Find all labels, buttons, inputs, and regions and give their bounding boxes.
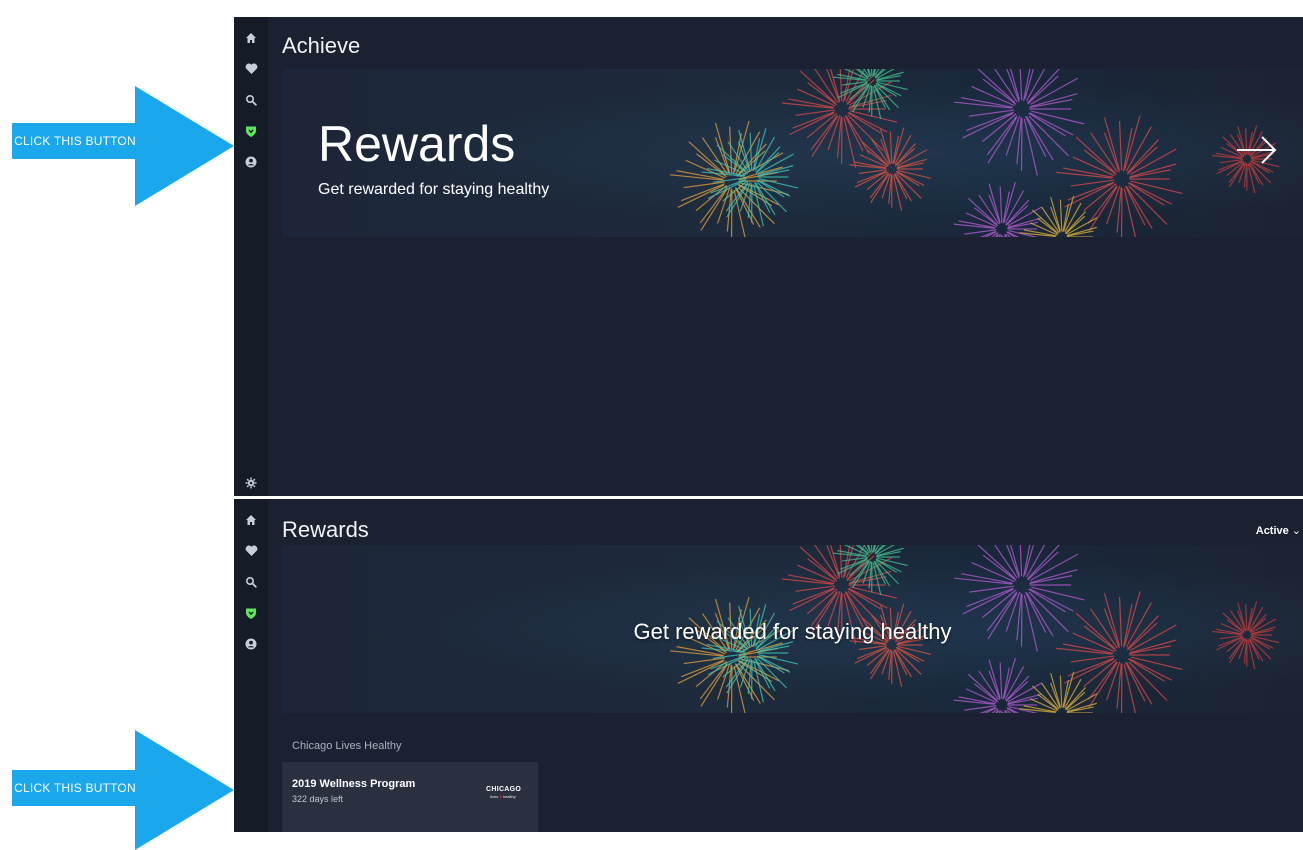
nav-home-button[interactable] <box>234 27 268 49</box>
search-icon <box>245 94 257 106</box>
logo-text: lives <box>490 794 498 799</box>
chicago-lives-healthy-logo: CHICAGO lives ♥ healthy <box>486 786 520 799</box>
annotation-label: CLICK THIS BUTTON <box>12 123 138 159</box>
nav-health-button[interactable] <box>234 540 268 562</box>
heart-icon <box>245 545 258 557</box>
search-icon <box>245 576 257 588</box>
firework-burst <box>954 69 1084 175</box>
achieve-screen: Achieve Rewards Get rewarded for staying… <box>234 17 1303 496</box>
gear-icon <box>245 477 257 489</box>
shield-icon <box>245 607 257 620</box>
rewards-banner[interactable]: Rewards Get rewarded for staying healthy <box>282 69 1303 237</box>
chevron-down-icon: ⌄ <box>1292 525 1301 537</box>
firework-burst <box>833 545 907 595</box>
filter-value: Active <box>1256 525 1289 537</box>
nav-search-button[interactable] <box>234 89 268 111</box>
firework-burst <box>670 121 789 237</box>
shield-icon <box>245 125 257 138</box>
nav-achieve-button[interactable] <box>234 602 268 624</box>
arrow-head-shape <box>135 86 234 206</box>
arrow-right-icon <box>1233 133 1281 167</box>
banner-text: Get rewarded for staying healthy <box>282 619 1303 645</box>
banner-subtitle: Get rewarded for staying healthy <box>318 181 549 199</box>
nav-profile-button[interactable] <box>234 633 268 655</box>
nav-achieve-button[interactable] <box>234 120 268 142</box>
home-icon <box>245 514 257 526</box>
firework-burst <box>954 182 1047 237</box>
program-days-left: 322 days left <box>292 794 343 804</box>
rewards-hero-banner: Get rewarded for staying healthy <box>282 545 1303 713</box>
nav-health-button[interactable] <box>234 58 268 80</box>
firework-burst <box>833 69 907 119</box>
nav-profile-button[interactable] <box>234 151 268 173</box>
rewards-screen: Rewards Active⌄ Get rewarded for staying… <box>234 499 1303 832</box>
firework-burst <box>954 658 1047 713</box>
nav-search-button[interactable] <box>234 571 268 593</box>
firework-burst <box>670 597 789 713</box>
nav-sidebar <box>234 499 268 832</box>
wellness-program-card[interactable]: 2019 Wellness Program 322 days left CHIC… <box>282 762 538 832</box>
nav-sidebar <box>234 17 268 496</box>
banner-title: Rewards <box>318 115 515 173</box>
nav-settings-button[interactable] <box>234 472 268 494</box>
section-label: Chicago Lives Healthy <box>292 740 401 752</box>
arrow-head-shape <box>135 730 234 850</box>
profile-icon <box>245 638 257 650</box>
page-title: Rewards <box>282 517 369 543</box>
profile-icon <box>245 156 257 168</box>
annotation-arrow-2: CLICK THIS BUTTON <box>0 730 234 832</box>
program-title: 2019 Wellness Program <box>292 778 415 790</box>
nav-home-button[interactable] <box>234 509 268 531</box>
status-filter-dropdown[interactable]: Active⌄ <box>1256 524 1301 537</box>
heart-icon <box>245 63 258 75</box>
firework-burst <box>782 69 897 168</box>
firework-burst <box>1056 591 1182 713</box>
firework-burst <box>1056 115 1182 237</box>
home-icon <box>245 32 257 44</box>
page-title: Achieve <box>282 33 360 59</box>
annotation-label: CLICK THIS BUTTON <box>12 770 138 806</box>
annotation-arrow-1: CLICK THIS BUTTON <box>0 86 234 206</box>
logo-text: CHICAGO <box>486 786 520 794</box>
logo-text: healthy <box>503 794 516 799</box>
banner-arrow-button[interactable] <box>1233 133 1281 167</box>
